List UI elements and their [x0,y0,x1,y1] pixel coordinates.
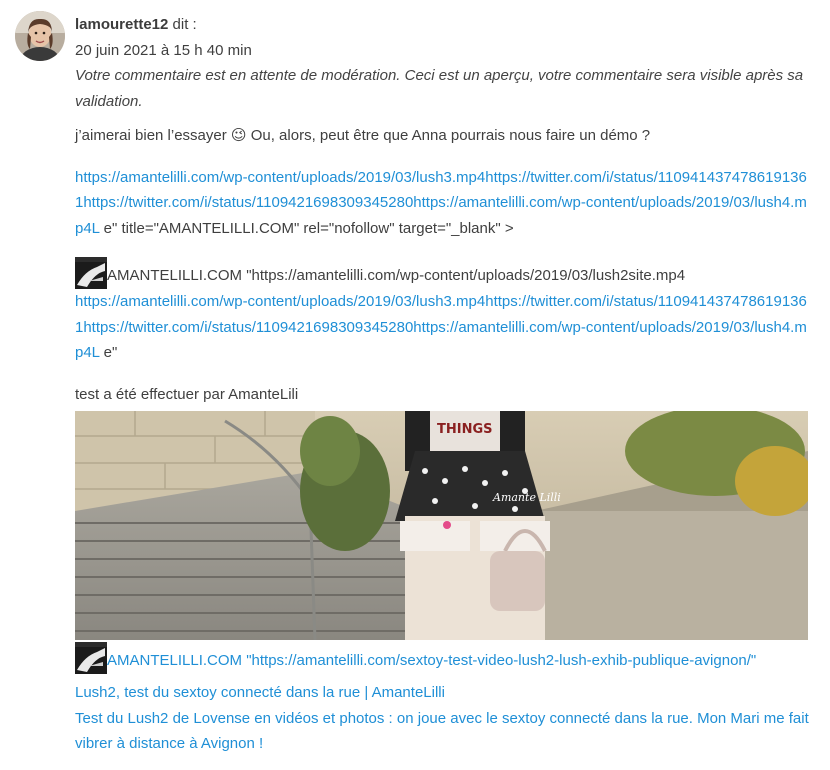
comment-body: lamourette12 dit : 20 juin 2021 à 15 h 4… [75,12,815,757]
comment-text-start: j’aimerai bien l’essayer [75,127,231,144]
comment: lamourette12 dit : 20 juin 2021 à 15 h 4… [0,0,830,770]
embed-1-label: AMANTELILLI.COM "https://amantelilli.com… [107,267,686,284]
card-description-link[interactable]: Test du Lush2 de Lovense en vidéos et ph… [75,706,815,757]
test-note: test a été effectuer par AmanteLili [75,385,299,403]
link-block-2: https://amantelilli.com/wp-content/uploa… [75,289,815,366]
html-fragment-2: e" [99,344,118,361]
comment-date[interactable]: 20 juin 2021 à 15 h 40 min [75,38,815,64]
photo-watermark: Amante Lilli [492,491,561,504]
avatar[interactable] [15,11,65,61]
card-title-link[interactable]: Lush2, test du sextoy connecté dans la r… [75,680,815,706]
html-fragment-1: e" title="AMANTELILLI.COM" rel="nofollow… [99,219,514,237]
video-links-2[interactable]: https://amantelilli.com/wp-content/uploa… [75,293,807,361]
street-photo[interactable]: THINGS Amante Lilli [75,411,808,640]
wink-emoji-icon: 😉 [230,127,247,144]
site-thumbnail-2-icon[interactable] [75,642,107,674]
embed-1: AMANTELILLI.COM "https://amantelilli.com… [75,257,815,289]
link-block-1: https://amantelilli.com/wp-content/uploa… [75,165,815,242]
moderation-note: Votre commentaire est en attente de modé… [75,67,804,110]
comment-says: dit : [168,16,197,33]
comment-text-end: Ou, alors, peut être que Anna pourrais n… [246,127,651,144]
embed-2: AMANTELILLI.COM "https://amantelilli.com… [75,642,815,674]
comment-text: j’aimerai bien l’essayer 😉 Ou, alors, pe… [75,123,815,149]
shirt-text: THINGS [437,422,493,437]
site-thumbnail-icon[interactable] [75,257,107,289]
embed-2-link[interactable]: AMANTELILLI.COM "https://amantelilli.com… [107,652,756,669]
comment-author[interactable]: lamourette12 [75,16,168,33]
